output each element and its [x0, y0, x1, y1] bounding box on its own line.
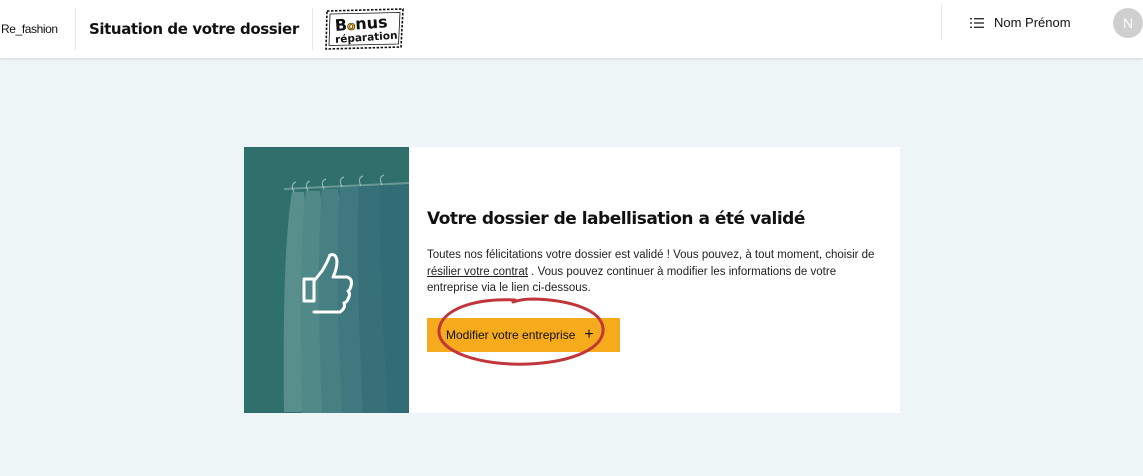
- top-header: Re_fashion Situation de votre dossier Bo…: [0, 0, 1143, 58]
- card-title: Votre dossier de labellisation a été val…: [427, 209, 805, 229]
- bonus-reparation-logo: Bonus réparation: [325, 8, 404, 50]
- clothes-rack-image: [244, 147, 409, 413]
- plus-icon: +: [584, 326, 594, 343]
- card-description: Toutes nos félicitations votre dossier e…: [427, 249, 875, 294]
- header-divider: [941, 5, 942, 40]
- edit-company-button[interactable]: Modifier votre entreprise +: [427, 318, 620, 352]
- card-content: Votre dossier de labellisation a été val…: [409, 147, 900, 413]
- brand-logo[interactable]: Re_fashion: [0, 8, 76, 50]
- page-title: Situation de votre dossier: [76, 8, 313, 50]
- user-menu[interactable]: Nom Prénom: [970, 15, 1071, 30]
- user-name: Nom Prénom: [994, 15, 1071, 30]
- terminate-contract-link[interactable]: résilier votre contrat: [427, 266, 528, 278]
- edit-company-button-label: Modifier votre entreprise: [446, 328, 576, 342]
- list-icon: [970, 17, 984, 28]
- validation-card: Votre dossier de labellisation a été val…: [244, 147, 900, 413]
- avatar[interactable]: N: [1113, 8, 1143, 38]
